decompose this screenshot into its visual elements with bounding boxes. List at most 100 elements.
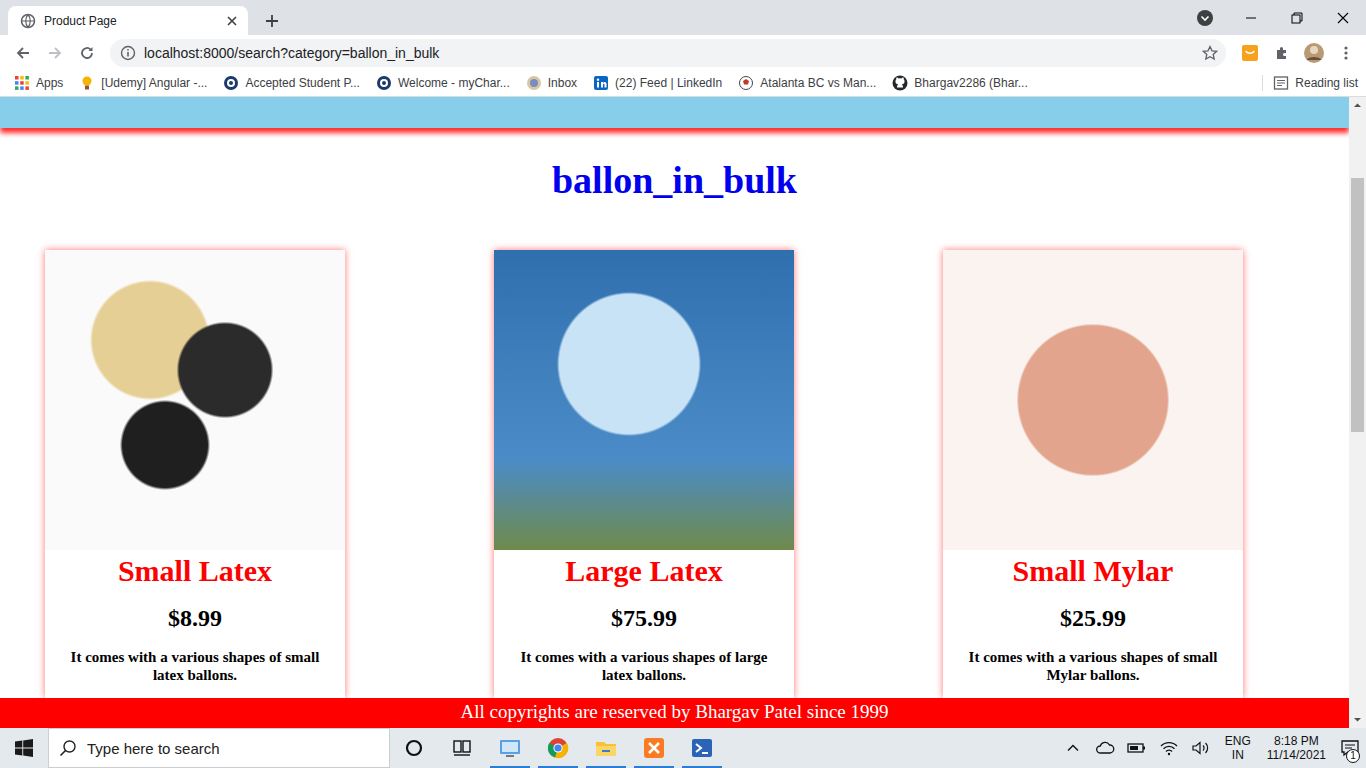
forward-arrow-icon[interactable]: [40, 38, 70, 68]
product-image[interactable]: [943, 250, 1243, 550]
input-language[interactable]: ENGIN: [1217, 734, 1259, 762]
bookmark-label[interactable]: Atalanta BC vs Man...: [760, 76, 876, 90]
product-description: It comes with a various shapes of small …: [943, 648, 1243, 684]
page-viewport: ballon_in_bulk Small Latex $8.99 It comes w…: [0, 97, 1366, 728]
menu-icon[interactable]: [1332, 39, 1360, 67]
window-controls: [1182, 0, 1366, 35]
region-code[interactable]: IN: [1232, 748, 1244, 762]
bookmark-label[interactable]: (22) Feed | LinkedIn: [615, 76, 722, 90]
scroll-down-icon[interactable]: [1349, 711, 1366, 728]
product-price: $8.99: [45, 604, 345, 632]
avatar-icon[interactable]: [1300, 39, 1328, 67]
browser-tab[interactable]: Product Page: [8, 6, 248, 35]
bookmark-label[interactable]: Accepted Student P...: [245, 76, 360, 90]
mail-icon: [526, 75, 542, 91]
tab-title[interactable]: Product Page: [44, 14, 216, 28]
bookmark[interactable]: Welcome - myChar...: [376, 75, 510, 91]
apps-icon: [14, 75, 30, 91]
clock[interactable]: 8:18 PM11/14/2021: [1259, 734, 1334, 762]
reload-icon[interactable]: [72, 38, 102, 68]
back-arrow-icon[interactable]: [8, 38, 38, 68]
extensions: [1236, 39, 1360, 67]
scroll-up-icon[interactable]: [1349, 97, 1366, 114]
bookmark[interactable]: Accepted Student P...: [223, 75, 360, 91]
plus-icon[interactable]: [258, 6, 286, 35]
page-content: ballon_in_bulk Small Latex $8.99 It comes w…: [0, 97, 1349, 728]
product-card[interactable]: Small Mylar $25.99 It comes with a various…: [943, 250, 1243, 698]
page-footer: All copyrights are reserved by Bhargav P…: [0, 698, 1349, 728]
scrollbar[interactable]: [1349, 97, 1366, 728]
terminal-icon[interactable]: [678, 728, 726, 768]
product-name[interactable]: Large Latex: [494, 554, 794, 588]
wifi-icon[interactable]: [1153, 728, 1185, 768]
onedrive-icon[interactable]: [1089, 728, 1121, 768]
search-placeholder[interactable]: Type here to search: [87, 740, 220, 757]
bookmark-label[interactable]: Welcome - myChar...: [398, 76, 510, 90]
explorer-icon[interactable]: [486, 728, 534, 768]
search-icon: [59, 739, 77, 757]
bookmark-label[interactable]: Bhargav2286 (Bhar...: [914, 76, 1027, 90]
product-grid: Small Latex $8.99 It comes with a various …: [0, 250, 1349, 698]
product-image[interactable]: [45, 250, 345, 550]
folder-icon[interactable]: [582, 728, 630, 768]
bookmark[interactable]: Atalanta BC vs Man...: [738, 75, 876, 91]
category-heading: ballon_in_bulk: [0, 158, 1349, 202]
bookmark[interactable]: (22) Feed | LinkedIn: [593, 75, 722, 91]
restore-icon[interactable]: [1274, 0, 1320, 35]
cortana-icon[interactable]: [390, 728, 438, 768]
minimize-icon[interactable]: [1228, 0, 1274, 35]
notification-center[interactable]: 1: [1334, 728, 1366, 768]
reading-list-label[interactable]: Reading list: [1295, 76, 1358, 90]
bookmark-label[interactable]: [Udemy] Angular -...: [101, 76, 207, 90]
windows-start-icon[interactable]: [0, 728, 48, 768]
system-tray: ENGIN8:18 PM11/14/20211: [1057, 728, 1366, 768]
scroll-thumb[interactable]: [1351, 178, 1364, 432]
info-icon[interactable]: [120, 45, 136, 61]
product-name[interactable]: Small Latex: [45, 554, 345, 588]
taskbar: Type here to searchENGIN8:18 PM11/14/202…: [0, 728, 1366, 768]
star-icon[interactable]: [1202, 45, 1218, 61]
product-price: $75.99: [494, 604, 794, 632]
github-icon: [892, 75, 908, 91]
bookmarks-bar: Apps [Udemy] Angular -... Accepted Student…: [0, 70, 1366, 97]
tab-search-icon[interactable]: [1182, 0, 1228, 35]
product-description: It comes with a various shapes of small …: [45, 648, 345, 684]
extension-icon[interactable]: [1236, 39, 1264, 67]
bookmark[interactable]: Apps: [14, 75, 63, 91]
udemy-icon: [79, 75, 95, 91]
puzzle-icon[interactable]: [1268, 39, 1296, 67]
bookmark[interactable]: [Udemy] Angular -...: [79, 75, 207, 91]
address-bar[interactable]: localhost:8000/search?category=ballon_in…: [110, 39, 1226, 67]
bookmark[interactable]: Inbox: [526, 75, 577, 91]
bookmark-label[interactable]: Apps: [36, 76, 63, 90]
speaker-icon[interactable]: [1185, 728, 1217, 768]
bookmark[interactable]: Bhargav2286 (Bhar...: [892, 75, 1027, 91]
ball-icon: [738, 75, 754, 91]
product-image[interactable]: [494, 250, 794, 550]
product-card[interactable]: Large Latex $75.99 It comes with a various…: [494, 250, 794, 698]
browser-toolbar: localhost:8000/search?category=ballon_in…: [0, 35, 1366, 70]
close-window-icon[interactable]: [1320, 0, 1366, 35]
clock-time[interactable]: 8:18 PM: [1274, 734, 1319, 748]
product-price: $25.99: [943, 604, 1243, 632]
badge-icon: [223, 75, 239, 91]
url-text[interactable]: localhost:8000/search?category=ballon_in…: [144, 45, 1194, 61]
task-view-icon[interactable]: [438, 728, 486, 768]
language-code[interactable]: ENG: [1225, 734, 1251, 748]
tab-strip: Product Page: [0, 0, 1366, 35]
product-description: It comes with a various shapes of large …: [494, 648, 794, 684]
scroll-track[interactable]: [1349, 114, 1366, 711]
linkedin-icon: [593, 75, 609, 91]
battery-icon[interactable]: [1121, 728, 1153, 768]
chrome-icon[interactable]: [534, 728, 582, 768]
reading-list[interactable]: Reading list: [1262, 75, 1358, 91]
chevron-up-icon[interactable]: [1057, 728, 1089, 768]
reading-list-icon: [1273, 75, 1289, 91]
product-name[interactable]: Small Mylar: [943, 554, 1243, 588]
xampp-icon[interactable]: [630, 728, 678, 768]
clock-date[interactable]: 11/14/2021: [1267, 748, 1326, 762]
bookmark-label[interactable]: Inbox: [548, 76, 577, 90]
product-card[interactable]: Small Latex $8.99 It comes with a various …: [45, 250, 345, 698]
close-icon[interactable]: [224, 13, 240, 29]
taskbar-search[interactable]: Type here to search: [48, 728, 390, 768]
